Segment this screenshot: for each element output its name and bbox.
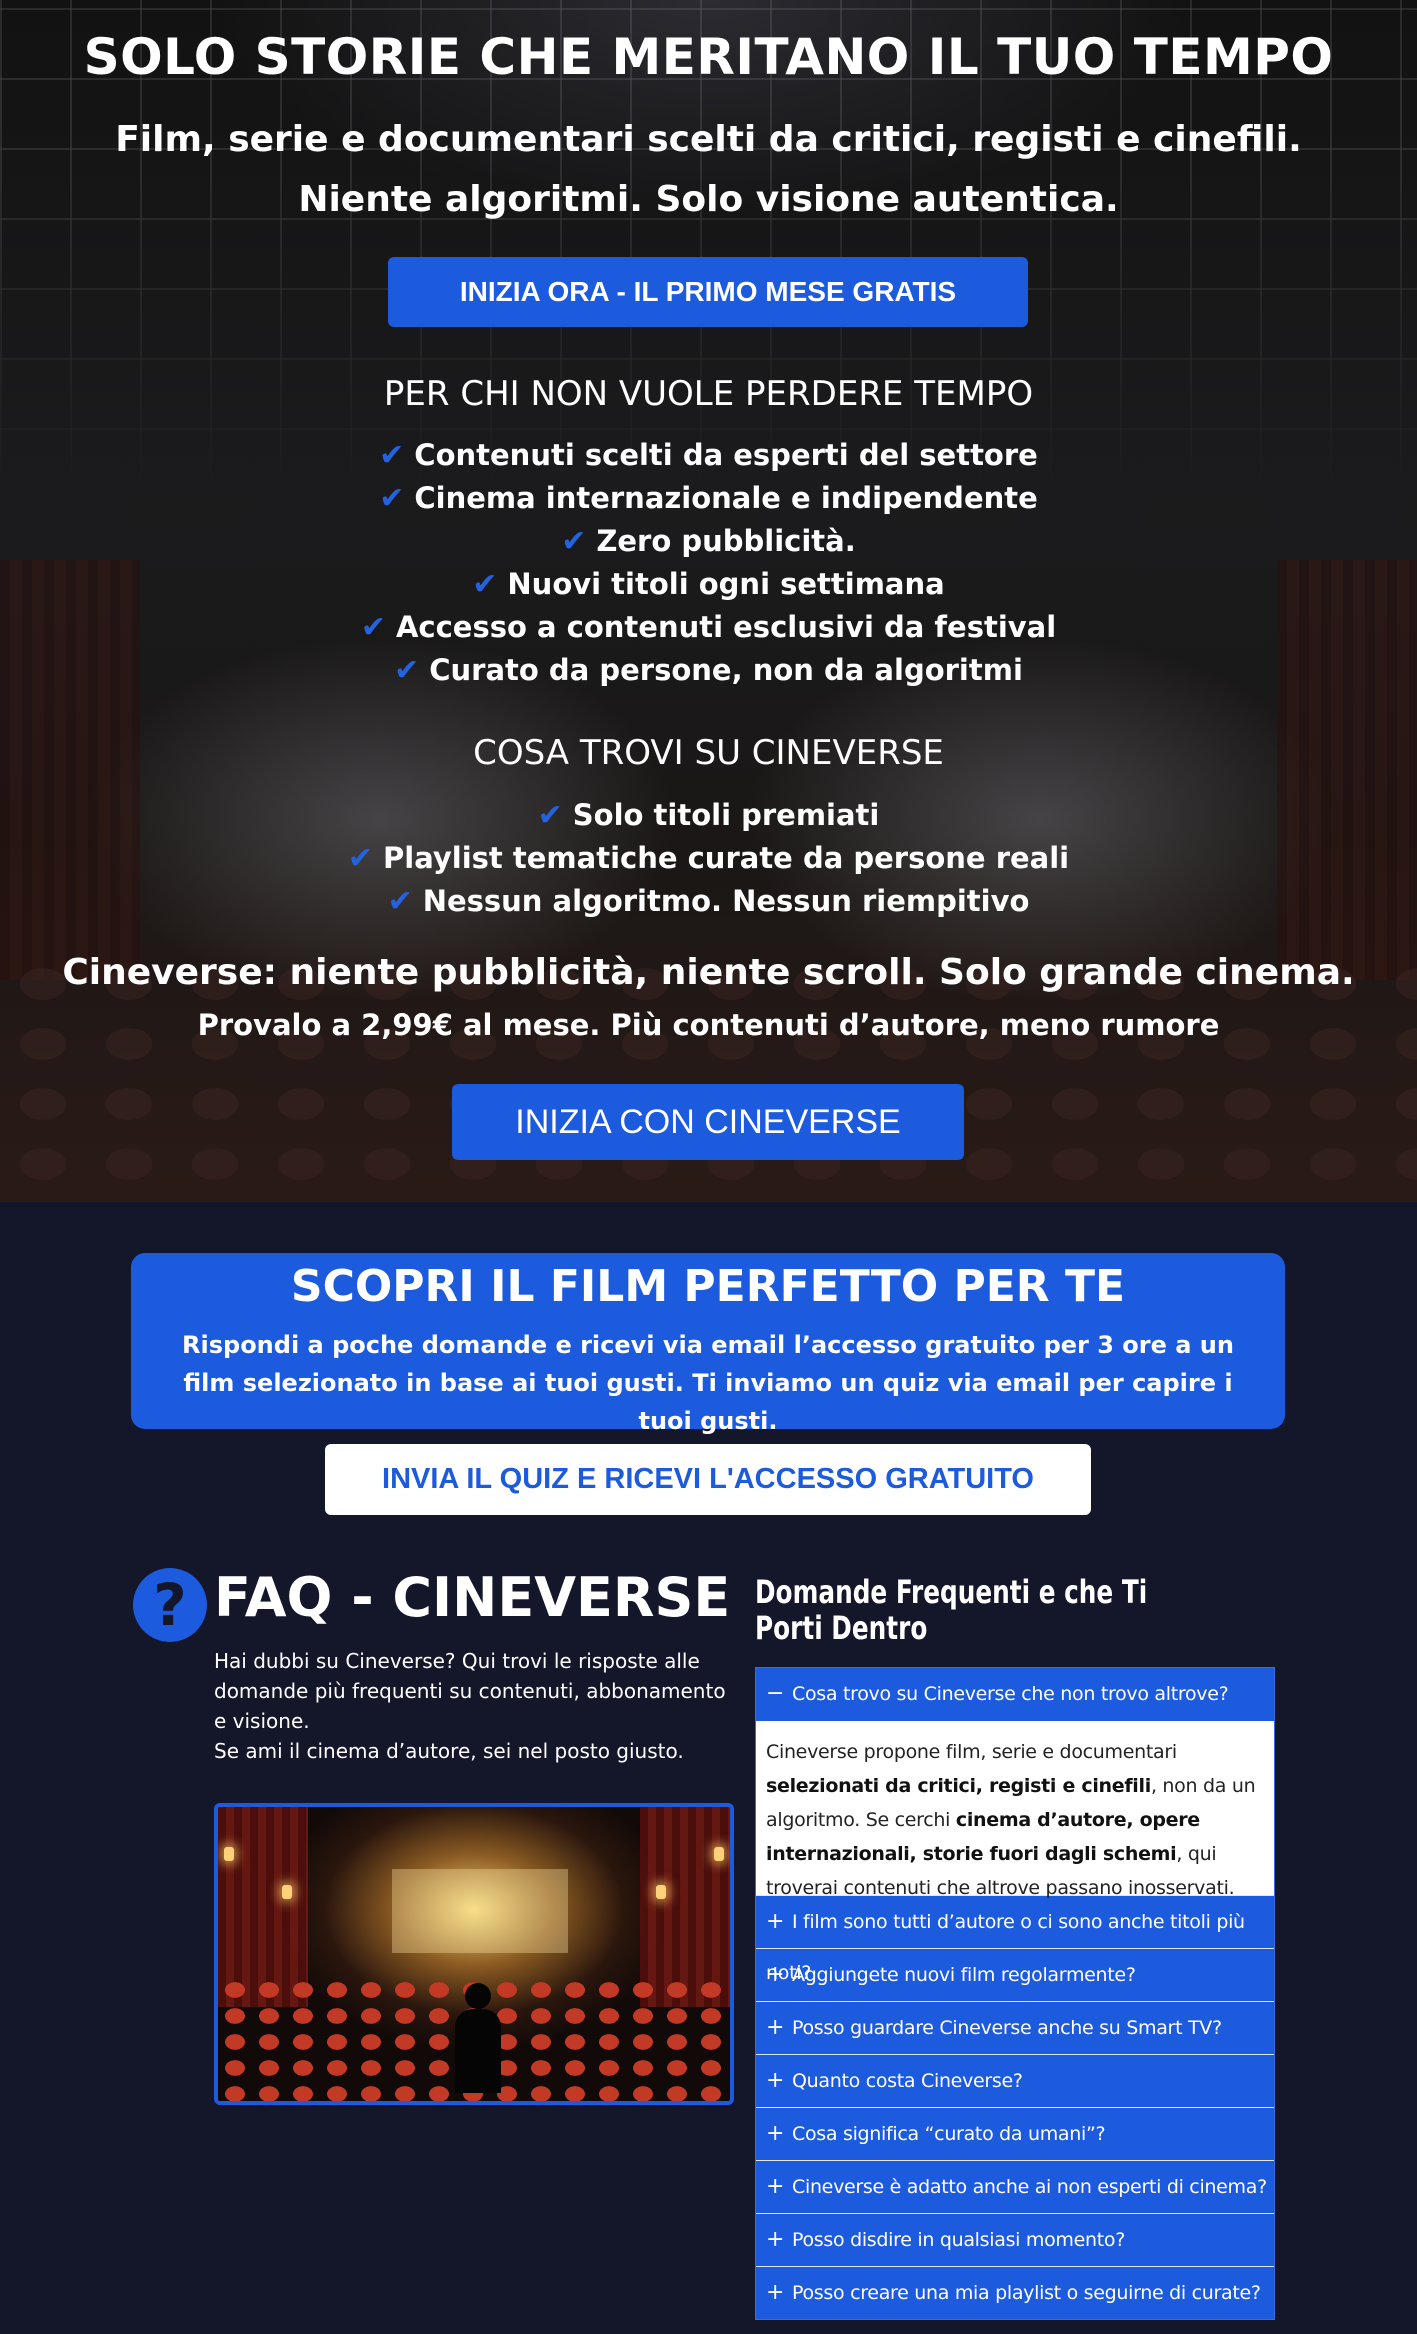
list-item-label: Contenuti scelti da esperti del settore: [414, 438, 1038, 472]
hero-subtitle-line2: Niente algoritmi. Solo visione autentica…: [298, 179, 1119, 220]
list-item-label: Nessun algoritmo. Nessun riempitivo: [422, 884, 1030, 918]
viewer-silhouette: [455, 1983, 501, 2093]
plus-icon: +: [766, 2280, 785, 2305]
faq-question: Cosa significa “curato da umani”?: [792, 2123, 1106, 2145]
plus-icon: +: [766, 2015, 785, 2040]
checkmark-icon: ✔: [394, 653, 420, 688]
faq-question: Cosa trovo su Cineverse che non trovo al…: [792, 1683, 1229, 1705]
list-item-label: Zero pubblicità.: [596, 524, 856, 558]
faq-question: Posso disdire in qualsiasi momento?: [792, 2229, 1126, 2251]
faq-item-open[interactable]: − Cosa trovo su Cineverse che non trovo a…: [756, 1668, 1274, 1721]
plus-icon: +: [766, 2121, 785, 2146]
faq-question: Cineverse è adatto anche ai non esperti …: [792, 2176, 1267, 2198]
hero-section: SOLO STORIE CHE MERITANO IL TUO TEMPO Fi…: [0, 0, 1417, 1202]
cinema-audience-image: [214, 1803, 734, 2105]
cinema-screen: [392, 1869, 568, 1953]
section-cineverse-title: COSA TROVI SU CINEVERSE: [473, 733, 944, 773]
hero-tagline: Cineverse: niente pubblicità, niente scr…: [62, 952, 1355, 993]
faq-intro-line2: Se ami il cinema d’autore, sei nel posto…: [214, 1739, 684, 1763]
faq-item[interactable]: + Aggiungete nuovi film regolarmente?: [756, 1948, 1274, 2001]
time-benefits-list: ✔ Contenuti scelti da esperti del settore…: [0, 434, 1417, 692]
checkmark-icon: ✔: [537, 798, 563, 833]
faq-title: FAQ - CINEVERSE: [214, 1566, 731, 1629]
checkmark-icon: ✔: [360, 610, 386, 645]
hero-title: SOLO STORIE CHE MERITANO IL TUO TEMPO: [83, 28, 1334, 86]
list-item-label: Solo titoli premiati: [572, 798, 880, 832]
list-item: ✔ Contenuti scelti da esperti del settore: [0, 434, 1417, 477]
faq-item[interactable]: + I film sono tutti d’autore o ci sono an…: [756, 1895, 1274, 1984]
answer-text: Cineverse propone film, serie e document…: [766, 1741, 1177, 1763]
quiz-description: Rispondi a poche domande e ricevi via em…: [182, 1331, 1234, 1435]
hero-subtitle-line1: Film, serie e documentari scelti da crit…: [115, 119, 1302, 160]
quiz-banner: SCOPRI IL FILM PERFETTO PER TE Rispondi …: [131, 1253, 1285, 1435]
plus-icon: +: [766, 2227, 785, 2252]
list-item: ✔ Solo titoli premiati: [0, 794, 1417, 837]
faq-accordion: − Cosa trovo su Cineverse che non trovo a…: [755, 1667, 1275, 2320]
faq-item[interactable]: + Posso creare una mia playlist o seguirn…: [756, 2266, 1274, 2319]
wall-light: [656, 1885, 666, 1899]
list-item: ✔ Cinema internazionale e indipendente: [0, 477, 1417, 520]
list-item: ✔ Accesso a contenuti esclusivi da festiv…: [0, 606, 1417, 649]
faq-intro: Hai dubbi su Cineverse? Qui trovi le ris…: [214, 1646, 734, 1766]
plus-icon: +: [766, 1962, 785, 1987]
faq-item[interactable]: + Posso guardare Cineverse anche su Smart…: [756, 2001, 1274, 2054]
checkmark-icon: ✔: [347, 841, 374, 876]
list-item-label: Accesso a contenuti esclusivi da festiva…: [395, 610, 1057, 644]
faq-question: Aggiungete nuovi film regolarmente?: [792, 1964, 1136, 1986]
list-item: ✔ Nessun algoritmo. Nessun riempitivo: [0, 880, 1417, 923]
plus-icon: +: [766, 2174, 785, 2199]
price-line: Provalo a 2,99€ al mese. Più contenuti d…: [197, 1008, 1220, 1042]
quiz-title: SCOPRI IL FILM PERFETTO PER TE: [290, 1261, 1126, 1312]
faq-heading: Domande Frequenti e che Ti Porti Dentro: [755, 1573, 1148, 1647]
faq-item[interactable]: + Quanto costa Cineverse?: [756, 2054, 1274, 2107]
faq-answer: Cineverse propone film, serie e document…: [756, 1721, 1274, 1899]
list-item: ✔ Curato da persone, non da algoritmi: [0, 649, 1417, 692]
start-free-month-button[interactable]: INIZIA ORA - IL PRIMO MESE GRATIS: [388, 257, 1028, 327]
section-time-title: PER CHI NON VUOLE PERDERE TEMPO: [383, 374, 1034, 414]
cineverse-features-list: ✔ Solo titoli premiati ✔ Playlist tematich…: [0, 794, 1417, 923]
faq-item[interactable]: + Cineverse è adatto anche ai non esperti…: [756, 2160, 1274, 2213]
wall-light: [282, 1885, 292, 1899]
list-item-label: Nuovi titoli ogni settimana: [507, 567, 945, 601]
faq-item[interactable]: + Posso disdire in qualsiasi momento?: [756, 2213, 1274, 2266]
wall-light: [224, 1847, 234, 1861]
faq-intro-line1: Hai dubbi su Cineverse? Qui trovi le ris…: [214, 1649, 726, 1733]
wall-light: [714, 1847, 724, 1861]
start-cineverse-button[interactable]: INIZIA CON CINEVERSE: [452, 1084, 964, 1160]
list-item: ✔ Zero pubblicità.: [0, 520, 1417, 563]
faq-question: Posso guardare Cineverse anche su Smart …: [792, 2017, 1222, 2039]
plus-icon: +: [766, 1909, 785, 1934]
list-item-label: Curato da persone, non da algoritmi: [429, 653, 1023, 687]
send-quiz-button[interactable]: INVIA IL QUIZ E RICEVI L'ACCESSO GRATUIT…: [325, 1444, 1091, 1515]
faq-question: Posso creare una mia playlist o seguirne…: [792, 2282, 1261, 2304]
faq-item[interactable]: + Cosa significa “curato da umani”?: [756, 2107, 1274, 2160]
faq-question: Quanto costa Cineverse?: [792, 2070, 1023, 2092]
hero-subtitle: Film, serie e documentari scelti da crit…: [0, 110, 1417, 230]
list-item: ✔ Playlist tematiche curate da persone re…: [0, 837, 1417, 880]
theater-seats-background: [0, 960, 1417, 1202]
checkmark-icon: ✔: [472, 567, 498, 602]
checkmark-icon: ✔: [561, 524, 587, 559]
answer-bold-text: selezionati da critici, registi e cinefi…: [766, 1775, 1151, 1797]
question-mark-icon: ?: [133, 1568, 207, 1642]
checkmark-icon: ✔: [379, 438, 405, 473]
checkmark-icon: ✔: [387, 884, 413, 919]
list-item-label: Cinema internazionale e indipendente: [414, 481, 1038, 515]
list-item: ✔ Nuovi titoli ogni settimana: [0, 563, 1417, 606]
plus-icon: +: [766, 2068, 785, 2093]
list-item-label: Playlist tematiche curate da persone rea…: [383, 841, 1070, 875]
minus-icon: −: [766, 1681, 785, 1706]
checkmark-icon: ✔: [379, 481, 405, 516]
